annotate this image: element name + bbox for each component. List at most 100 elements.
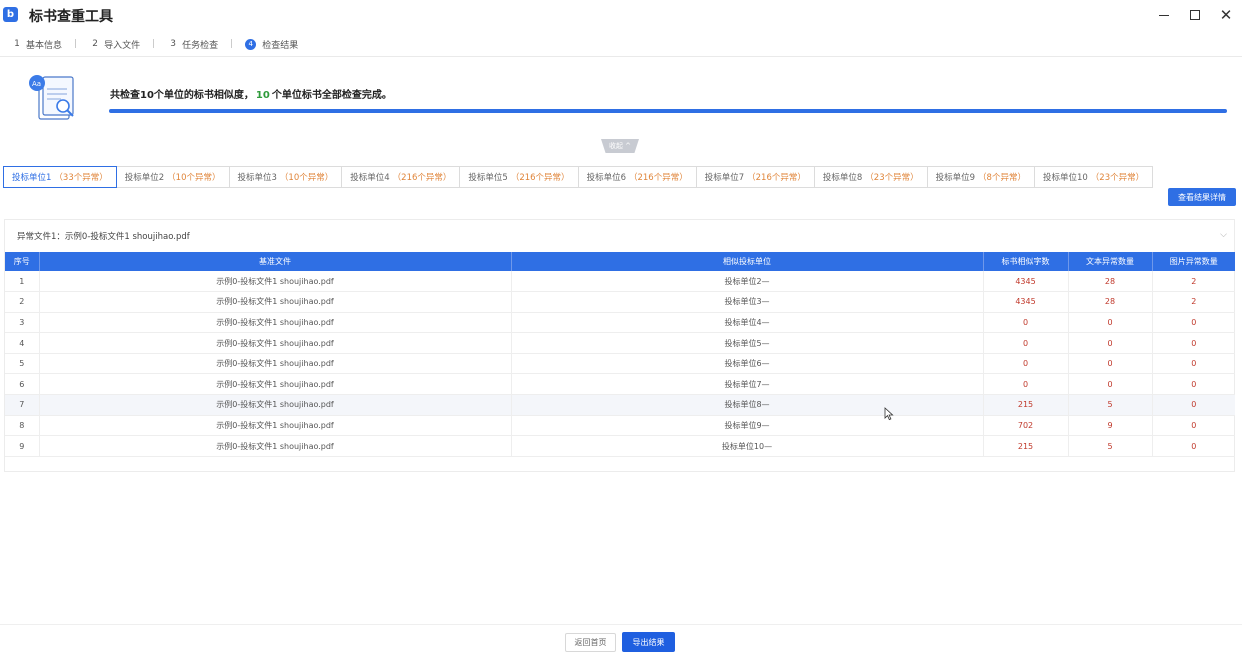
unit-tab-abnormal-count: （8个异常） (978, 173, 1026, 183)
column-header: 文本异常数量 (1068, 252, 1153, 271)
step-number: 1 (14, 39, 20, 49)
step-separator: | (230, 39, 234, 49)
unit-tab-8[interactable]: 投标单位8 （23个异常） (813, 166, 928, 188)
table-row[interactable]: 2 示例0-投标文件1 shoujihao.pdf 投标单位3— 4345 28 2 (5, 291, 1235, 313)
back-home-button[interactable]: 返回首页 (565, 633, 616, 652)
export-results-button[interactable]: 导出结果 (622, 632, 675, 652)
table-cell: 示例0-投标文件1 shoujihao.pdf (39, 353, 512, 375)
footer-divider (0, 624, 1242, 625)
unit-tab-2[interactable]: 投标单位2 （10个异常） (115, 166, 230, 188)
unit-tab-6[interactable]: 投标单位6 （216个异常） (577, 166, 697, 188)
table-cell: 8 (5, 415, 40, 437)
step-separator: | (152, 39, 156, 49)
table-cell: 215 (983, 394, 1069, 416)
table-row[interactable]: 9 示例0-投标文件1 shoujihao.pdf 投标单位10— 215 5 0 (5, 435, 1235, 457)
table-row[interactable]: 3 示例0-投标文件1 shoujihao.pdf 投标单位4— 0 0 0 (5, 312, 1235, 334)
unit-tab-1[interactable]: 投标单位1 （33个异常） (3, 166, 117, 188)
minimize-button[interactable] (1153, 4, 1175, 26)
table-cell: 4345 (983, 271, 1069, 293)
progress-bar (109, 109, 1227, 113)
table-cell: 0 (1068, 332, 1153, 354)
unit-tab-abnormal-count: （216个异常） (747, 173, 806, 183)
panel-header[interactable]: 异常文件1：示例0-投标文件1 shoujihao.pdf ⌵ (5, 220, 1234, 251)
column-header: 标书相似字数 (983, 252, 1069, 271)
table-row[interactable]: 7 示例0-投标文件1 shoujihao.pdf 投标单位8— 215 5 0 (5, 394, 1235, 416)
table-cell: 投标单位6— (511, 353, 984, 375)
table-cell: 投标单位5— (511, 332, 984, 354)
column-header: 基准文件 (39, 252, 512, 271)
step-check-result[interactable]: 4 检查结果 (245, 33, 298, 55)
summary-count-highlight: 10 (255, 90, 270, 101)
table-cell: 投标单位3— (511, 291, 984, 313)
unit-tab-label: 投标单位3 (237, 173, 277, 183)
table-row[interactable]: 5 示例0-投标文件1 shoujihao.pdf 投标单位6— 0 0 0 (5, 353, 1235, 375)
unit-tab-label: 投标单位1 (12, 173, 52, 183)
table-cell: 示例0-投标文件1 shoujihao.pdf (39, 271, 512, 293)
step-number: 2 (92, 39, 98, 49)
step-import-files[interactable]: 2 导入文件 (89, 33, 140, 55)
column-header: 图片异常数量 (1152, 252, 1235, 271)
summary-text: 共检查10个单位的标书相似度， 10 个单位标书全部检查完成。 (110, 86, 392, 101)
table-cell: 9 (5, 435, 40, 457)
table-cell: 2 (1152, 291, 1235, 313)
unit-tab-bar: 投标单位1 （33个异常） 投标单位2 （10个异常） 投标单位3 （10个异常） 投标单位… (3, 166, 1154, 188)
column-header: 序号 (5, 252, 40, 271)
table-cell: 2 (5, 291, 40, 313)
table-cell: 投标单位2— (511, 271, 984, 293)
table-row[interactable]: 4 示例0-投标文件1 shoujihao.pdf 投标单位5— 0 0 0 (5, 332, 1235, 354)
step-basic-info[interactable]: 1 基本信息 (11, 33, 62, 55)
maximize-icon (1190, 10, 1200, 20)
table-cell: 0 (1152, 312, 1235, 334)
unit-tab-abnormal-count: （23个异常） (1090, 173, 1145, 183)
table-cell: 示例0-投标文件1 shoujihao.pdf (39, 435, 512, 457)
unit-tab-3[interactable]: 投标单位3 （10个异常） (228, 166, 343, 188)
unit-tab-5[interactable]: 投标单位5 （216个异常） (459, 166, 579, 188)
unit-tab-7[interactable]: 投标单位7 （216个异常） (695, 166, 815, 188)
table-cell: 投标单位7— (511, 373, 984, 396)
step-indicator: 1 基本信息 | 2 导入文件 | 3 任务检查 | 4 检查结果 (0, 33, 298, 55)
app-window: b 标书查重工具 ✕ 1 基本信息 | 2 导入文件 | 3 任务检查 | 4 … (0, 0, 1242, 655)
table-cell: 示例0-投标文件1 shoujihao.pdf (39, 291, 512, 313)
app-logo-icon: b (3, 7, 18, 22)
unit-tab-abnormal-count: （23个异常） (865, 173, 919, 183)
close-button[interactable]: ✕ (1215, 4, 1237, 26)
unit-tab-abnormal-count: （10个异常） (167, 173, 221, 183)
svg-text:Aa: Aa (32, 80, 41, 88)
unit-tab-abnormal-count: （216个异常） (392, 173, 452, 183)
view-details-button[interactable]: 查看结果详情 (1168, 188, 1236, 206)
chevron-down-icon[interactable]: ⌵ (1220, 230, 1227, 240)
minimize-icon (1159, 14, 1169, 16)
unit-tab-9[interactable]: 投标单位9 （8个异常） (926, 166, 1035, 188)
step-number-active: 4 (245, 38, 257, 50)
collapse-toggle[interactable]: 收起 ^ (601, 139, 639, 153)
document-check-icon: Aa (29, 75, 74, 120)
table-row[interactable]: 8 示例0-投标文件1 shoujihao.pdf 投标单位9— 702 9 0 (5, 415, 1235, 437)
table-row[interactable]: 6 示例0-投标文件1 shoujihao.pdf 投标单位7— 0 0 0 (5, 373, 1235, 396)
result-table: 序号 基准文件 相似投标单位 标书相似字数 文本异常数量 图片异常数量 1 示例0… (5, 252, 1235, 457)
table-cell: 9 (1068, 415, 1153, 437)
table-cell: 5 (5, 353, 40, 375)
table-cell: 0 (1152, 435, 1235, 457)
table-cell: 6 (5, 373, 40, 396)
unit-tab-label: 投标单位8 (822, 173, 863, 183)
table-cell: 3 (5, 312, 40, 334)
table-cell: 0 (983, 332, 1069, 354)
table-cell: 投标单位10— (511, 435, 984, 457)
unit-tab-4[interactable]: 投标单位4 （216个异常） (341, 166, 461, 188)
unit-tab-label: 投标单位4 (350, 173, 390, 183)
panel-title: 异常文件1：示例0-投标文件1 shoujihao.pdf (17, 231, 190, 242)
table-cell: 0 (1068, 353, 1153, 375)
step-task-check[interactable]: 3 任务检查 (167, 33, 218, 55)
step-label: 检查结果 (262, 40, 299, 51)
table-cell: 0 (1152, 373, 1235, 396)
progress-fill (109, 109, 1227, 113)
table-row[interactable]: 1 示例0-投标文件1 shoujihao.pdf 投标单位2— 4345 28 2 (5, 271, 1235, 293)
unit-tab-10[interactable]: 投标单位10 （23个异常） (1033, 166, 1154, 188)
step-number: 3 (170, 39, 176, 49)
app-title: 标书查重工具 (29, 9, 113, 25)
table-cell: 示例0-投标文件1 shoujihao.pdf (39, 394, 512, 416)
table-cell: 投标单位4— (511, 312, 984, 334)
maximize-button[interactable] (1184, 4, 1206, 26)
unit-tab-label: 投标单位5 (468, 173, 508, 183)
unit-tab-label: 投标单位7 (704, 173, 745, 183)
